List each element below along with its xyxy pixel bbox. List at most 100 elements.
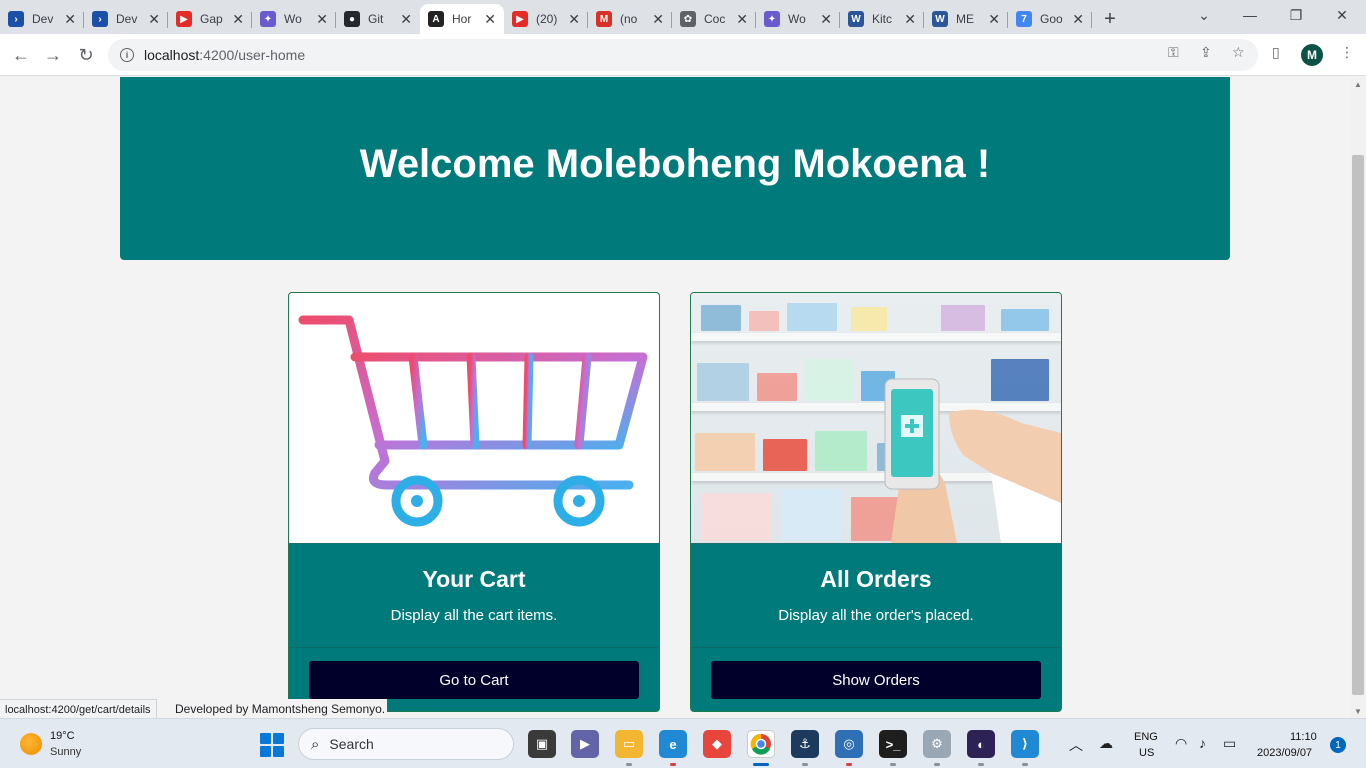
browser-tab[interactable]: ▶ Gap ✕ xyxy=(168,4,252,34)
browser-menu-icon[interactable]: ⋮ xyxy=(1340,44,1354,61)
close-tab-icon[interactable]: ✕ xyxy=(484,11,496,28)
close-tab-icon[interactable]: ✕ xyxy=(988,11,1000,28)
minimize-icon[interactable]: — xyxy=(1227,0,1273,30)
browser-tab-title: Kitc xyxy=(872,12,893,26)
orders-image xyxy=(691,293,1061,544)
browser-tab-title: Git xyxy=(368,12,384,26)
language-region[interactable]: US xyxy=(1139,747,1154,759)
url-path: :4200/user-home xyxy=(199,47,306,63)
eclipse-indicator xyxy=(978,763,984,766)
browser-tab-title: Gap xyxy=(200,12,223,26)
browser-tab-title: ME xyxy=(956,12,974,26)
onedrive-cloud-icon[interactable]: ☁ xyxy=(1099,735,1113,752)
phone-in-hand-icon xyxy=(884,378,1061,543)
settings-indicator xyxy=(934,763,940,766)
close-tab-icon[interactable]: ✕ xyxy=(736,11,748,28)
settings-icon[interactable]: ⚙ xyxy=(923,730,951,758)
bookmark-star-icon[interactable]: ☆ xyxy=(1232,44,1245,61)
weather-temperature: 19°C xyxy=(50,730,75,742)
browser-tab[interactable]: › Dev ✕ xyxy=(84,4,168,34)
close-tab-icon[interactable]: ✕ xyxy=(400,11,412,28)
git-tool-icon[interactable]: ◆ xyxy=(703,730,731,758)
close-tab-icon[interactable]: ✕ xyxy=(904,11,916,28)
tab-search-icon[interactable]: ⌄ xyxy=(1181,0,1227,30)
site-info-icon[interactable]: i xyxy=(120,48,134,62)
side-panel-icon[interactable]: ▯ xyxy=(1272,44,1280,61)
browser-tab[interactable]: A Hor ✕ xyxy=(420,4,504,34)
browser-tab[interactable]: ✦ Wo ✕ xyxy=(252,4,336,34)
browser-tab[interactable]: ✿ Coc ✕ xyxy=(672,4,756,34)
browser-tab-title: Goo xyxy=(1040,12,1063,26)
share-icon[interactable]: ⇪ xyxy=(1200,44,1212,61)
close-tab-icon[interactable]: ✕ xyxy=(820,11,832,28)
youtube-icon: ▶ xyxy=(176,11,192,27)
link-status-bubble: localhost:4200/get/cart/details xyxy=(0,699,157,719)
orders-card-body: All Orders Display all the order's place… xyxy=(691,544,1061,648)
clock-time[interactable]: 11:10 xyxy=(1290,731,1317,743)
browser-tab[interactable]: M (no ✕ xyxy=(588,4,672,34)
taskbar-search[interactable]: ⌕ Search xyxy=(298,728,514,760)
close-tab-icon[interactable]: ✕ xyxy=(148,11,160,28)
terminal-indicator xyxy=(890,763,896,766)
browser-tab[interactable]: W ME ✕ xyxy=(924,4,1008,34)
browser-tab[interactable]: W Kitc ✕ xyxy=(840,4,924,34)
chatgpt-icon: ✿ xyxy=(680,11,696,27)
github-icon: ● xyxy=(344,11,360,27)
scroll-up-icon[interactable]: ▲ xyxy=(1350,77,1366,91)
wifi-icon[interactable]: ◠ xyxy=(1175,735,1187,752)
close-window-icon[interactable]: ✕ xyxy=(1319,0,1365,30)
postman-icon[interactable]: ◎ xyxy=(835,730,863,758)
notification-badge[interactable]: 1 xyxy=(1330,737,1346,753)
show-hidden-icons-icon[interactable]: ︿ xyxy=(1069,735,1083,755)
scroll-down-icon[interactable]: ▼ xyxy=(1350,704,1366,718)
browser-tab[interactable]: › Dev ✕ xyxy=(0,4,84,34)
close-tab-icon[interactable]: ✕ xyxy=(652,11,664,28)
task-view-icon[interactable]: ▣ xyxy=(528,730,556,758)
address-bar[interactable]: i localhost:4200/user-home xyxy=(108,39,1258,71)
copilot-icon: ✦ xyxy=(260,11,276,27)
browser-tab[interactable]: 7 Goo ✕ xyxy=(1008,4,1092,34)
close-tab-icon[interactable]: ✕ xyxy=(232,11,244,28)
browser-toolbar: ← → ↻ i localhost:4200/user-home ⚿ ⇪ ☆ ▯… xyxy=(0,34,1366,76)
close-tab-icon[interactable]: ✕ xyxy=(64,11,76,28)
go-to-cart-button[interactable]: Go to Cart xyxy=(309,661,639,699)
scrollbar-thumb[interactable] xyxy=(1352,155,1364,695)
close-tab-icon[interactable]: ✕ xyxy=(1072,11,1084,28)
key-icon[interactable]: ⚿ xyxy=(1168,44,1179,61)
new-tab-icon[interactable]: + xyxy=(1092,4,1128,34)
word-icon: W xyxy=(848,11,864,27)
back-icon[interactable]: ← xyxy=(7,41,35,69)
developer-credit: Developed by Mamontsheng Semonyo. xyxy=(175,699,388,719)
windows-start-icon[interactable] xyxy=(260,733,284,757)
page-scrollbar[interactable]: ▲ ▼ xyxy=(1350,77,1366,718)
terminal-icon[interactable]: >_ xyxy=(879,730,907,758)
edge-indicator xyxy=(670,763,676,766)
vscode-blue-icon: › xyxy=(8,11,24,27)
orders-card-footer: Show Orders xyxy=(691,648,1061,711)
close-tab-icon[interactable]: ✕ xyxy=(316,11,328,28)
close-tab-icon[interactable]: ✕ xyxy=(568,11,580,28)
chrome-icon[interactable] xyxy=(747,730,775,758)
eclipse-icon[interactable]: ◐ xyxy=(967,730,995,758)
restore-icon[interactable]: ❐ xyxy=(1273,0,1319,30)
battery-icon[interactable]: ▭ xyxy=(1223,735,1236,752)
copilot-icon: ✦ xyxy=(764,11,780,27)
browser-tab[interactable]: ● Git ✕ xyxy=(336,4,420,34)
mysql-workbench-icon[interactable]: ⚓ xyxy=(791,730,819,758)
language-code[interactable]: ENG xyxy=(1134,731,1158,743)
clock-date[interactable]: 2023/09/07 xyxy=(1257,747,1312,759)
forward-icon[interactable]: → xyxy=(39,41,67,69)
browser-tab[interactable]: ✦ Wo ✕ xyxy=(756,4,840,34)
file-explorer-icon[interactable]: ▭ xyxy=(615,730,643,758)
weather-condition: Sunny xyxy=(50,746,82,758)
profile-avatar[interactable]: M xyxy=(1301,44,1323,66)
weather-sun-icon[interactable] xyxy=(20,733,42,755)
edge-icon[interactable]: e xyxy=(659,730,687,758)
teams-chat-icon[interactable]: ▶ xyxy=(571,730,599,758)
browser-tab[interactable]: ▶ (20) ✕ xyxy=(504,4,588,34)
vscode-icon[interactable]: ⟩ xyxy=(1011,730,1039,758)
postman-indicator xyxy=(846,763,852,766)
show-orders-button[interactable]: Show Orders xyxy=(711,661,1041,699)
reload-icon[interactable]: ↻ xyxy=(72,41,100,69)
volume-icon[interactable]: ♪ xyxy=(1199,735,1206,751)
